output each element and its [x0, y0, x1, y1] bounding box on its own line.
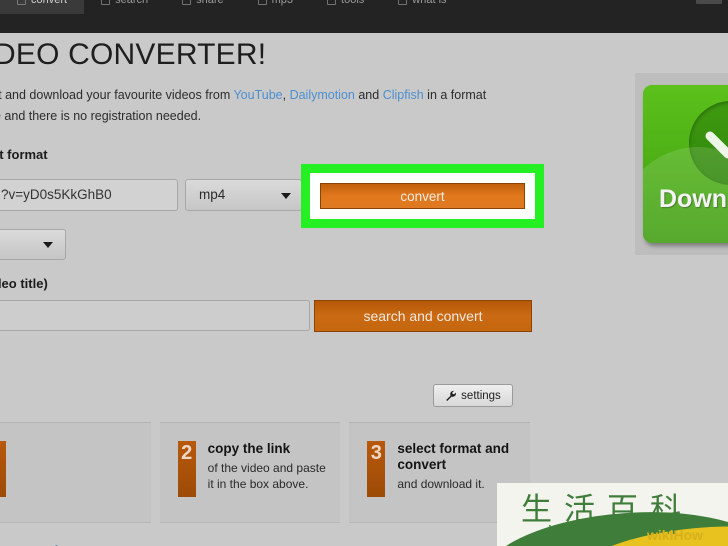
download-icon-circle: [689, 101, 728, 185]
nav-right-control[interactable]: [696, 0, 722, 4]
highlight-inner-frame: convert: [310, 173, 535, 219]
link-youtube[interactable]: YouTube: [233, 88, 282, 102]
page-content: DEO CONVERTER! rt and download your favo…: [0, 33, 728, 546]
select-format-label: ct format: [0, 147, 48, 162]
step-card-2: 2 copy the link of the video and paste i…: [159, 422, 341, 523]
nav-item-label: share: [196, 0, 224, 6]
watermark: 生活百科 www.bimeiz.com wikiHow: [497, 483, 728, 546]
convert-button[interactable]: convert: [320, 183, 525, 209]
nav-item-label: what is: [412, 0, 447, 6]
format-dropdown-value: mp4: [199, 187, 226, 202]
format-dropdown[interactable]: mp4: [185, 179, 302, 211]
nav-item-whatis[interactable]: what is: [381, 0, 463, 14]
step-title: copy the link: [207, 441, 291, 456]
nav-item-convert[interactable]: convert: [0, 0, 85, 14]
convert-button-highlight: convert: [301, 164, 544, 228]
language-dropdown[interactable]: [0, 229, 66, 260]
nav-item-label: mp3: [271, 0, 294, 6]
step-card-1: [0, 422, 151, 523]
intro-text-after: in a format: [423, 88, 487, 102]
nav-item-label: tools: [341, 0, 365, 6]
info-icon: [398, 0, 408, 5]
steps-row: 2 copy the link of the video and paste i…: [0, 422, 531, 523]
nav-item-label: search: [115, 0, 149, 6]
nav-item-mp3[interactable]: mp3: [241, 0, 310, 14]
settings-button[interactable]: settings: [433, 384, 513, 407]
top-navigation-bar: convert search share mp3 tools what is: [0, 0, 728, 33]
nav-item-label: convert: [31, 0, 68, 6]
chevron-down-icon: [43, 242, 53, 248]
chevron-down-icon: [281, 193, 291, 199]
download-panel: Downl: [635, 73, 728, 255]
settings-button-label: settings: [461, 389, 501, 402]
video-url-input[interactable]: ?v=yD0s5KkGhB0: [0, 179, 178, 211]
step-number: 2: [177, 441, 196, 497]
nav-items-strip: convert search share mp3 tools what is: [0, 0, 728, 14]
download-chevron-icon: [705, 131, 728, 159]
music-icon: [257, 0, 267, 5]
step-text: copy the link of the video and paste it …: [208, 441, 327, 522]
nav-item-tools[interactable]: tools: [310, 0, 381, 14]
step-body: of the video and paste it in the box abo…: [207, 461, 326, 491]
wrench-icon: [446, 390, 457, 401]
video-title-label: ideo title): [0, 276, 48, 291]
page-title: DEO CONVERTER!: [0, 38, 267, 71]
intro-sep-2: and: [354, 88, 383, 102]
search-and-convert-button[interactable]: search and convert: [314, 300, 532, 332]
nav-item-share[interactable]: share: [165, 0, 241, 14]
step-number: 3: [367, 441, 386, 497]
step-number: [0, 441, 6, 497]
search-icon: [101, 0, 111, 5]
intro-paragraph: rt and download your favourite videos fr…: [0, 85, 554, 127]
step-title: select format and convert: [397, 441, 510, 472]
link-dailymotion[interactable]: Dailymotion: [290, 88, 355, 102]
intro-line-2: e and there is no registration needed.: [0, 109, 202, 123]
share-icon: [182, 0, 192, 5]
nav-item-search[interactable]: search: [84, 0, 165, 14]
intro-text-before: rt and download your favourite videos fr…: [0, 88, 234, 102]
download-button-label: Downl: [659, 185, 728, 213]
link-clipfish[interactable]: Clipfish: [383, 88, 424, 102]
convert-icon: [17, 0, 26, 5]
intro-sep-1: ,: [282, 88, 290, 102]
download-button[interactable]: Downl: [643, 85, 728, 243]
tools-icon: [327, 0, 337, 5]
watermark-overlay-label: wikiHow: [647, 527, 704, 543]
video-title-input[interactable]: [0, 300, 310, 331]
